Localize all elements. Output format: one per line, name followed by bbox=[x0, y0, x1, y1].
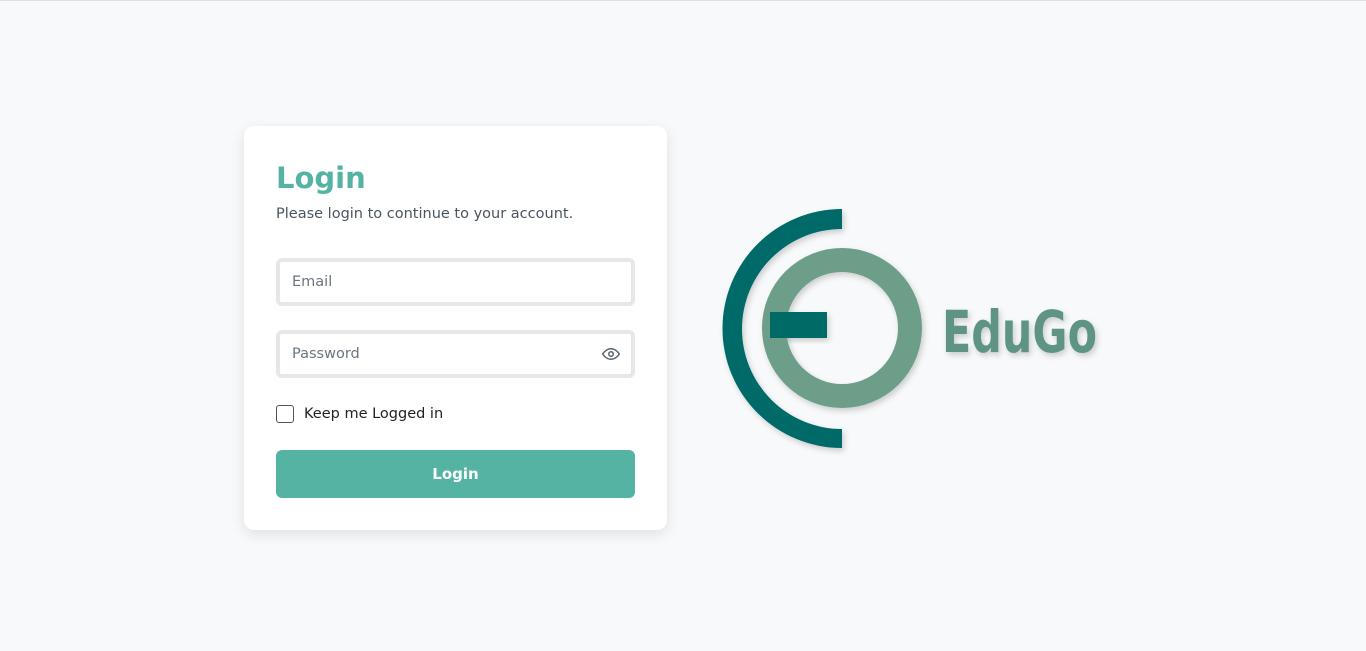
password-input[interactable] bbox=[292, 334, 582, 374]
top-divider bbox=[0, 0, 1366, 1]
keep-logged-in-option[interactable]: Keep me Logged in bbox=[276, 404, 443, 424]
brand-wordmark: EduGo bbox=[942, 298, 1097, 366]
login-subtitle: Please login to continue to your account… bbox=[276, 206, 574, 222]
email-field-wrapper bbox=[276, 258, 635, 306]
password-field-wrapper bbox=[276, 330, 635, 378]
login-button[interactable]: Login bbox=[276, 450, 635, 498]
page-title: Login bbox=[276, 161, 366, 195]
edugo-logo: EduGo bbox=[722, 209, 1097, 448]
login-card: Login Please login to continue to your a… bbox=[244, 126, 667, 530]
keep-logged-in-checkbox[interactable] bbox=[276, 405, 294, 423]
eye-icon[interactable] bbox=[601, 345, 621, 363]
keep-logged-in-label: Keep me Logged in bbox=[304, 406, 444, 422]
email-input[interactable] bbox=[292, 262, 582, 302]
